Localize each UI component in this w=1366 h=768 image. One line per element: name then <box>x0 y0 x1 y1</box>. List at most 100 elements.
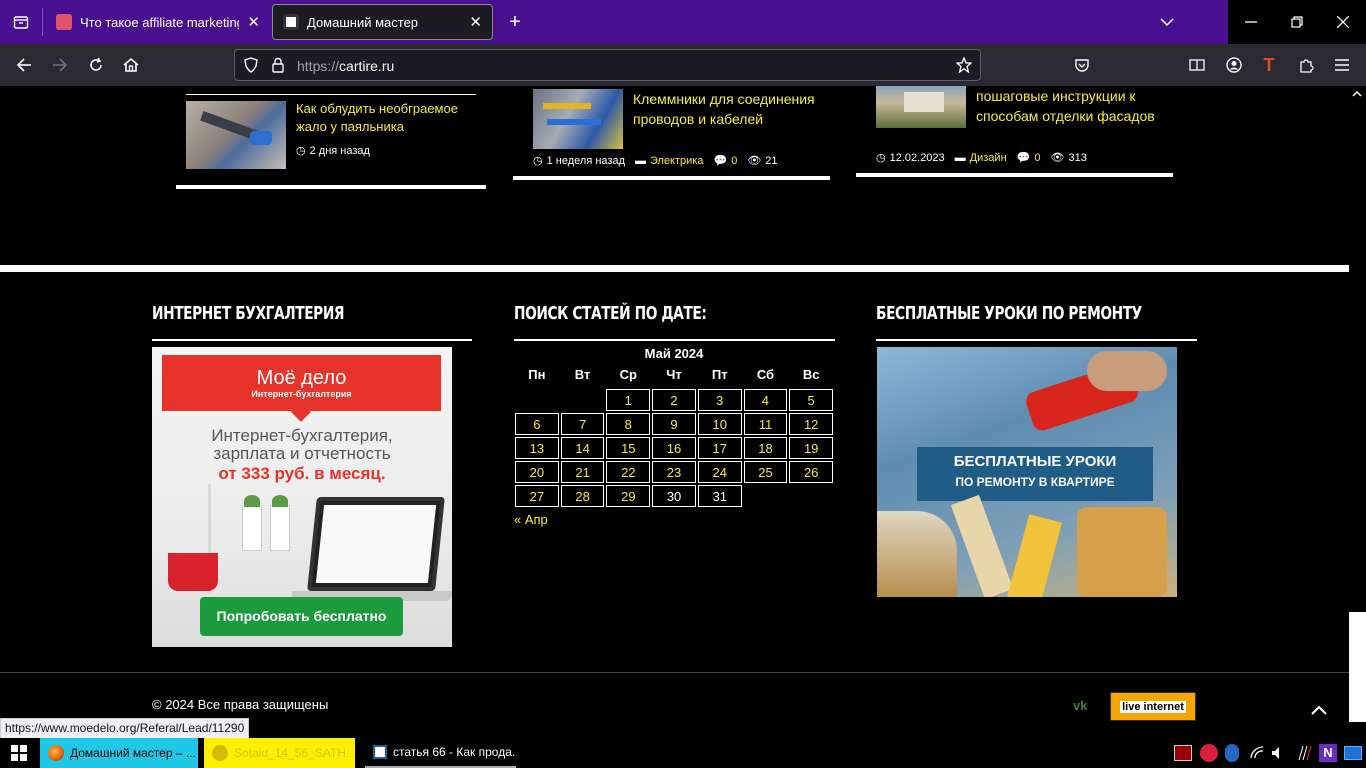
url-prefix: https:// <box>297 58 340 74</box>
calendar-day-cell[interactable]: 20 <box>515 461 559 483</box>
calendar-day-cell[interactable]: 28 <box>560 485 605 507</box>
calendar-day-cell[interactable]: 8 <box>606 413 651 435</box>
hamburger-menu-icon[interactable] <box>1326 49 1358 81</box>
calendar-day-cell[interactable]: 15 <box>606 437 651 459</box>
banner-hand <box>1087 351 1167 391</box>
ad-try-free-button[interactable]: Попробовать бесплатно <box>200 597 403 636</box>
tray-bars-icon[interactable] <box>1296 745 1312 761</box>
tab-affiliate[interactable]: Что такое affiliate marketing – ✕ <box>46 4 270 40</box>
calendar-day-cell[interactable]: 6 <box>515 413 559 435</box>
taskbar-item-word[interactable]: статья 66 - Как прода... <box>365 738 516 768</box>
article-category-link[interactable]: Дизайн <box>970 152 1007 164</box>
bluetooth-icon[interactable] <box>1225 744 1239 762</box>
tray-n-icon[interactable]: N <box>1319 744 1337 762</box>
minimize-icon[interactable] <box>1228 0 1274 44</box>
taskbar-item-media[interactable]: Sotaiu_14_56_SATH... <box>204 738 355 768</box>
new-tab-button[interactable]: + <box>496 0 534 44</box>
scroll-to-top-icon[interactable] <box>1306 700 1332 720</box>
calendar-day-cell[interactable]: 10 <box>697 413 742 435</box>
close-tab-icon[interactable]: ✕ <box>247 13 260 31</box>
volume-icon[interactable] <box>1271 746 1285 760</box>
calendar-day-cell[interactable]: 27 <box>515 485 559 507</box>
tray-opera-icon[interactable] <box>1200 744 1218 762</box>
ad-plant <box>272 495 288 507</box>
account-icon[interactable] <box>1218 49 1250 81</box>
calendar-day-cell[interactable]: 21 <box>560 461 605 483</box>
list-all-tabs-icon[interactable] <box>0 0 42 44</box>
calendar-day-cell: 31 <box>697 485 742 507</box>
calendar-prev-month-link[interactable]: « Апр <box>514 512 834 527</box>
liveinternet-counter[interactable]: live internet <box>1110 692 1196 721</box>
scrollbar-up-arrow-icon[interactable] <box>1350 87 1364 101</box>
lock-icon[interactable] <box>271 57 285 78</box>
article-thumbnail[interactable] <box>533 89 623 149</box>
ad-brand-name: Моё дело <box>256 367 347 389</box>
calendar-day-cell[interactable]: 22 <box>606 461 651 483</box>
article-thumbnail[interactable] <box>186 101 286 169</box>
calendar-day-cell[interactable]: 3 <box>697 389 742 411</box>
calendar-day-cell[interactable]: 23 <box>652 461 696 483</box>
notifications-icon[interactable] <box>1344 746 1362 760</box>
calendar-day-cell[interactable]: 13 <box>515 437 559 459</box>
wifi-icon[interactable] <box>1250 746 1264 760</box>
url-text[interactable]: https://cartire.ru <box>297 58 394 74</box>
close-window-icon[interactable] <box>1320 0 1366 44</box>
calendar-day-cell[interactable]: 16 <box>652 437 696 459</box>
article-category-link[interactable]: Электрика <box>650 155 704 167</box>
calendar-day-cell[interactable]: 11 <box>743 413 788 435</box>
calendar-day-cell[interactable]: 7 <box>560 413 605 435</box>
tray-app-icon[interactable] <box>1174 745 1192 761</box>
windows-taskbar: Домашний мастер – ... Sotaiu_14_56_SATH.… <box>0 738 1366 768</box>
repair-lessons-banner[interactable]: БЕСПЛАТНЫЕ УРОКИ ПО РЕМОНТУ В КВАРТИРЕ <box>877 347 1177 597</box>
calendar-day-cell[interactable]: 17 <box>697 437 742 459</box>
reload-icon[interactable] <box>80 49 112 81</box>
taskbar-item-firefox[interactable]: Домашний мастер – ... <box>40 738 198 768</box>
widget-title-calendar: Поиск статей по дате: <box>514 303 707 324</box>
calendar-header-row: Пн Вт Ср Чт Пт Сб Вс <box>514 364 834 388</box>
windows-start-icon[interactable] <box>0 738 38 768</box>
url-bar[interactable]: https://cartire.ru <box>234 49 981 81</box>
article-title-link[interactable]: Клеммники для соединения проводов и кабе… <box>633 89 823 129</box>
forward-arrow-icon[interactable] <box>44 49 76 81</box>
article-thumbnail[interactable] <box>876 86 966 128</box>
article-title-link[interactable]: пошаговые инструкции к способам отделки … <box>976 86 1156 126</box>
calendar-day-cell[interactable]: 18 <box>743 437 788 459</box>
calendar-day-cell[interactable]: 29 <box>606 485 651 507</box>
scrollbar-thumb[interactable] <box>1349 612 1366 722</box>
article-date: 2 дня назад <box>309 144 370 157</box>
back-arrow-icon[interactable] <box>8 49 40 81</box>
clock-icon: ◷ <box>296 145 306 157</box>
pocket-icon[interactable] <box>1066 49 1098 81</box>
article-title-link[interactable]: Как облудить необграемое жало у паяльник… <box>296 100 476 136</box>
restore-icon[interactable] <box>1274 0 1320 44</box>
calendar-day-cell[interactable]: 24 <box>697 461 742 483</box>
calendar-day-cell[interactable]: 2 <box>652 389 696 411</box>
article-comments[interactable]: 0 <box>1034 152 1040 164</box>
article-top-line <box>186 94 476 95</box>
calendar-day-cell[interactable]: 25 <box>743 461 788 483</box>
calendar-body: 1 2 3 4 5 6 7 8 9 10 11 12 13 14 15 16 17 18 19 20 21 22 23 24 2… <box>514 388 834 508</box>
moedelo-ad-banner[interactable]: Моё дело Интернет-бухгалтерия Интернет-б… <box>152 347 452 647</box>
article-comments[interactable]: 0 <box>731 155 737 167</box>
vk-icon[interactable]: vk <box>1073 698 1087 713</box>
calendar-day-cell[interactable]: 19 <box>789 437 834 459</box>
close-tab-icon[interactable]: ✕ <box>469 13 482 31</box>
extensions-puzzle-icon[interactable] <box>1290 49 1322 81</box>
calendar-day-cell[interactable]: 5 <box>789 389 833 411</box>
calendar-day-cell[interactable]: 26 <box>789 461 834 483</box>
calendar-day-cell[interactable]: 12 <box>789 413 834 435</box>
tab-home-master[interactable]: Домашний мастер ✕ <box>272 4 493 40</box>
home-icon[interactable] <box>115 49 147 81</box>
bookmark-star-icon[interactable] <box>955 56 973 78</box>
calendar-day-cell[interactable]: 14 <box>560 437 605 459</box>
calendar-day-cell[interactable]: 9 <box>652 413 696 435</box>
chevron-down-icon[interactable] <box>1146 0 1188 44</box>
ad-price: от 333 руб. в месяц. <box>218 464 386 483</box>
t-extension-icon[interactable]: T <box>1253 49 1285 81</box>
reader-view-icon[interactable] <box>1181 49 1213 81</box>
shield-icon[interactable] <box>243 57 259 78</box>
calendar-day-cell[interactable]: 4 <box>743 389 788 411</box>
navigation-toolbar: https://cartire.ru T <box>0 44 1366 86</box>
calendar-day-cell[interactable]: 1 <box>606 389 651 411</box>
comments-icon: 💬 <box>1016 152 1031 164</box>
